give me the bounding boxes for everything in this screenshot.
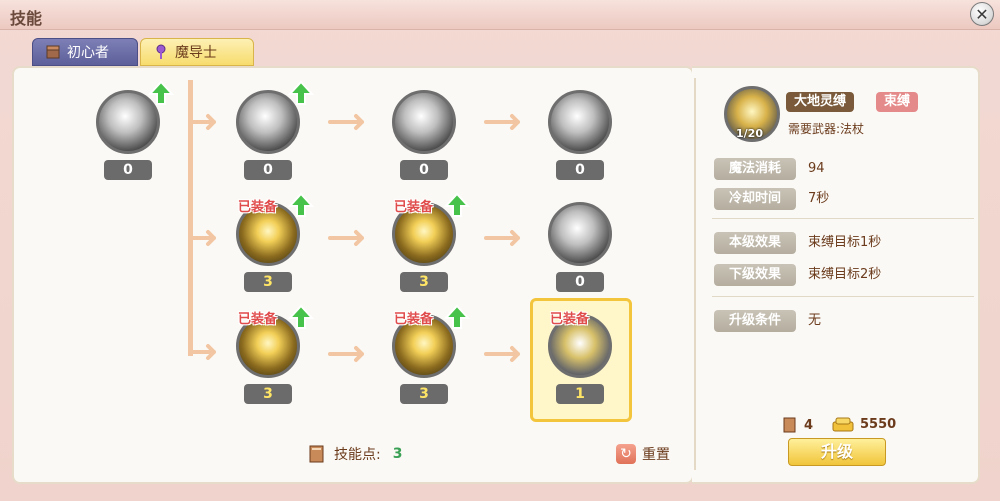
- upgrade-button[interactable]: 升级: [788, 438, 886, 466]
- row-value-next-effect: 束缚目标2秒: [808, 267, 882, 282]
- skill-type-tag: 束缚: [876, 92, 919, 112]
- skill-book-icon: [309, 445, 324, 463]
- skill-points-label: 技能点:: [334, 447, 381, 463]
- cost-gold-value: 5550: [860, 416, 897, 432]
- cost-books: 4: [782, 416, 813, 434]
- gold-icon: [832, 417, 854, 432]
- skill-points-value: 3: [392, 446, 403, 462]
- separator: [712, 296, 974, 297]
- cost-books-value: 4: [804, 417, 814, 433]
- cost-gold: 5550: [832, 416, 896, 432]
- row-value-current-effect: 束缚目标1秒: [808, 235, 882, 250]
- row-label-upgrade-condition: 升级条件: [714, 310, 796, 332]
- skill-book-icon: [783, 417, 796, 433]
- row-label-mana: 魔法消耗: [714, 158, 796, 180]
- separator: [712, 218, 974, 219]
- row-value-mana: 94: [808, 161, 825, 176]
- row-value-upgrade-condition: 无: [808, 313, 822, 328]
- row-label-next-effect: 下级效果: [714, 264, 796, 286]
- row-label-current-effect: 本级效果: [714, 232, 796, 254]
- reset-button[interactable]: ↻ 重置: [616, 444, 670, 464]
- weapon-requirement: 需要武器:法杖: [788, 122, 865, 136]
- skill-name: 大地灵缚: [786, 92, 855, 112]
- row-value-cooldown: 7秒: [808, 191, 830, 206]
- skill-level-badge: 1/20: [736, 127, 763, 140]
- reset-label: 重置: [642, 447, 670, 463]
- skill-points: 技能点: 3: [308, 444, 402, 464]
- row-label-cooldown: 冷却时间: [714, 188, 796, 210]
- reset-icon: ↻: [616, 444, 636, 464]
